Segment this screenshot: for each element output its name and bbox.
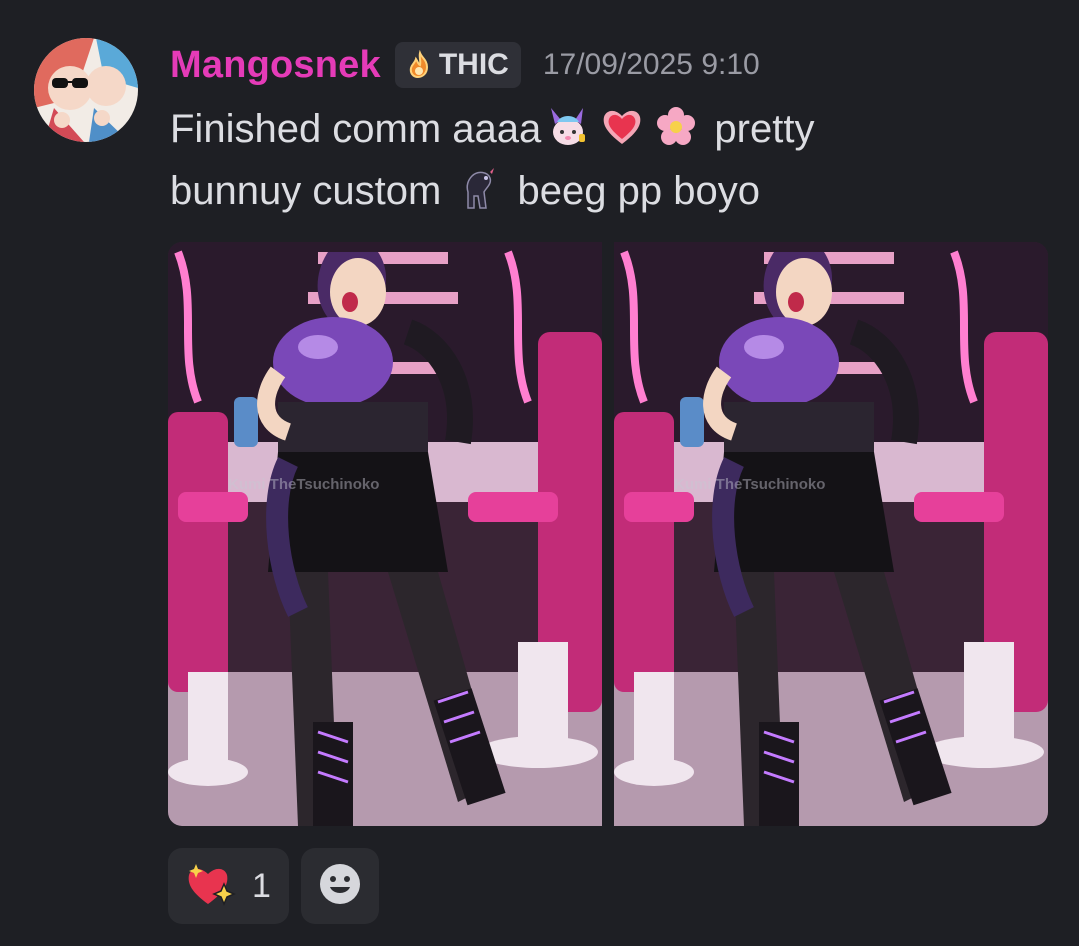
attachment-image-2[interactable]: Kumi TheTsuchinoko: [614, 242, 1048, 826]
message-content: Finished comm aaaa pretty bunnuy custom …: [170, 98, 1050, 222]
attachment-image-1[interactable]: Kumi TheTsuchinoko: [168, 242, 602, 826]
tag-label: THIC: [438, 48, 509, 81]
username[interactable]: Mangosnek: [170, 44, 381, 87]
message-text-1: Finished comm aaaa: [170, 107, 542, 151]
flame-icon: [405, 50, 435, 80]
timestamp: 17/09/2025 9:10: [542, 48, 760, 81]
heart-emoji[interactable]: [599, 104, 645, 150]
message-text-2: pretty: [714, 107, 815, 151]
add-reaction-button[interactable]: [300, 848, 379, 924]
reaction-count: 1: [252, 866, 271, 905]
horse-sticker-emoji[interactable]: [456, 166, 502, 212]
message-header: Mangosnek THIC 17/09/2025 9:10: [170, 40, 760, 90]
server-tag[interactable]: THIC: [394, 42, 521, 88]
smiley-icon: [318, 862, 362, 910]
cherry-blossom-emoji[interactable]: [653, 104, 699, 150]
watermark-1: Kumi TheTsuchinoko: [228, 476, 380, 493]
user-avatar[interactable]: [34, 38, 138, 142]
sparkling-heart-emoji: [184, 860, 236, 912]
reaction-bar: 1: [168, 848, 379, 924]
message-text-4: beeg pp boyo: [517, 169, 760, 213]
watermark-2: Kumi TheTsuchinoko: [674, 476, 826, 493]
chat-message: Mangosnek THIC 17/09/2025 9:10 Finished …: [0, 0, 1079, 946]
bunny-custom-emoji[interactable]: [545, 104, 591, 150]
image-gallery: Kumi TheTsuchinoko Kumi TheTsuchinoko: [168, 242, 1048, 826]
reaction-sparkling-heart[interactable]: 1: [168, 848, 289, 924]
message-text-3: bunnuy custom: [170, 169, 442, 213]
